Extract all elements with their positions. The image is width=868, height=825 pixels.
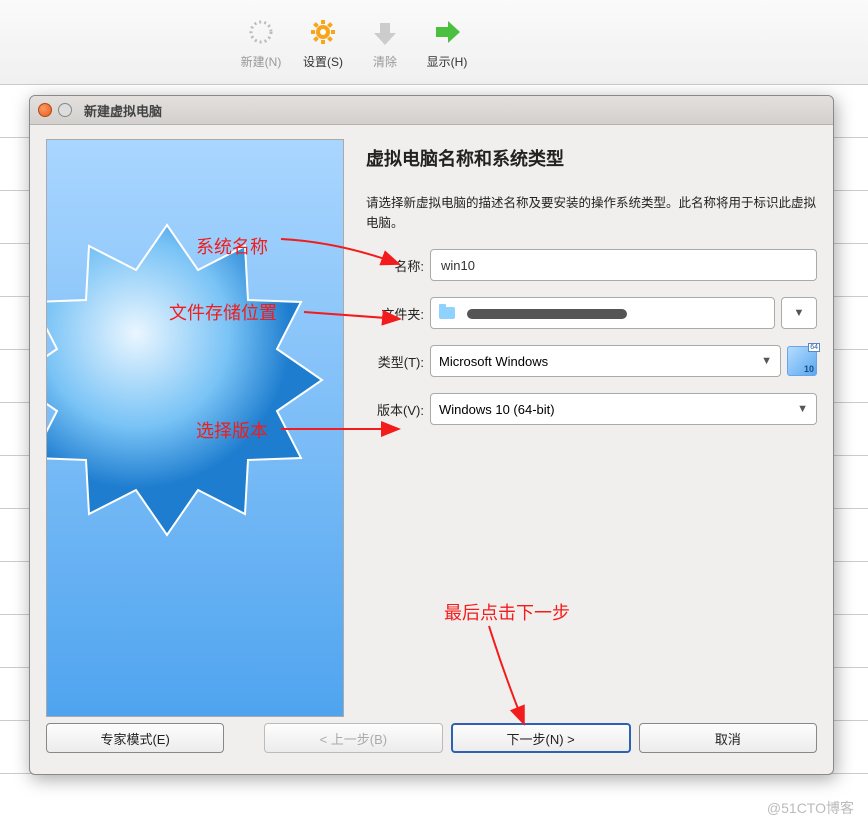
type-select[interactable]: Microsoft Windows▼	[430, 345, 781, 377]
down-arrow-icon	[368, 15, 402, 49]
arrow-icon	[479, 624, 539, 734]
back-button: < 上一步(B)	[264, 723, 442, 753]
page-description: 请选择新虚拟电脑的描述名称及要安装的操作系统类型。此名称将用于标识此虚拟电脑。	[366, 193, 817, 233]
dialog-titlebar[interactable]: 新建虚拟电脑	[30, 96, 833, 125]
dialog-title: 新建虚拟电脑	[84, 101, 162, 120]
folder-label: 文件夹:	[366, 304, 424, 323]
expert-mode-button[interactable]: 专家模式(E)	[46, 723, 224, 753]
toolbar-label: 清除	[373, 53, 397, 70]
chevron-down-icon: ▼	[797, 403, 808, 415]
toolbar-label: 设置(S)	[303, 53, 343, 70]
name-input[interactable]	[430, 249, 817, 281]
version-label: 版本(V):	[366, 400, 424, 419]
name-label: 名称:	[366, 256, 424, 275]
version-select[interactable]: Windows 10 (64-bit)▼	[430, 393, 817, 425]
folder-select[interactable]	[430, 297, 775, 329]
toolbar-settings-button[interactable]: 设置(S)	[292, 15, 354, 70]
main-toolbar: 新建(N) 设置(S) 清除 显示(H)	[0, 0, 868, 85]
toolbar-show-button[interactable]: 显示(H)	[416, 15, 478, 70]
toolbar-label: 新建(N)	[241, 53, 282, 70]
toolbar-label: 显示(H)	[427, 53, 468, 70]
right-arrow-icon	[430, 15, 464, 49]
page-title: 虚拟电脑名称和系统类型	[366, 145, 817, 171]
annotation-next: 最后点击下一步	[444, 599, 570, 625]
gear-icon	[306, 15, 340, 49]
cancel-button[interactable]: 取消	[639, 723, 817, 753]
sun-icon	[244, 15, 278, 49]
folder-dropdown-button[interactable]: ▼	[781, 297, 817, 329]
minimize-icon[interactable]	[58, 103, 72, 117]
watermark: @51CTO博客	[767, 798, 854, 818]
os-icon	[787, 346, 817, 376]
toolbar-clear-button[interactable]: 清除	[354, 15, 416, 70]
close-icon[interactable]	[38, 103, 52, 117]
next-button[interactable]: 下一步(N) >	[451, 723, 631, 753]
new-vm-dialog: 新建虚拟电脑 虚拟电脑名称和系统类型 请选择新虚拟电脑的描述名称及要安装的操作系…	[29, 95, 834, 775]
type-label: 类型(T):	[366, 352, 424, 371]
wizard-sidebar-image	[46, 139, 344, 717]
toolbar-new-button[interactable]: 新建(N)	[230, 15, 292, 70]
chevron-down-icon: ▼	[761, 355, 772, 367]
folder-icon	[439, 307, 455, 319]
